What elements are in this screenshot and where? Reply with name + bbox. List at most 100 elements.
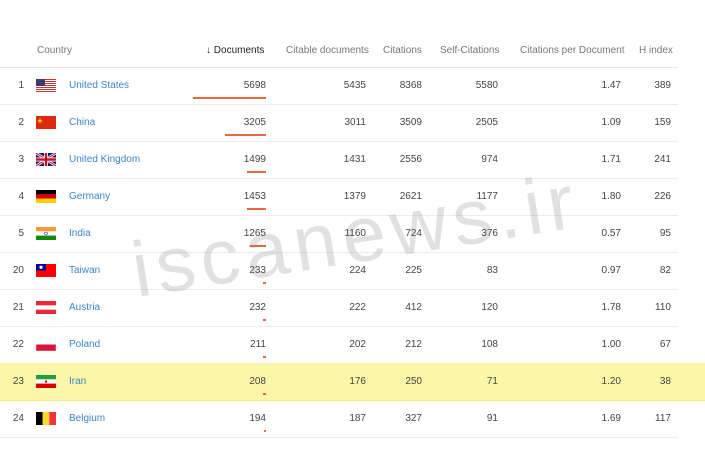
header-documents[interactable]: ↓ Documents xyxy=(206,45,264,56)
cell-citable-documents: 176 xyxy=(349,376,366,387)
cell-citations: 327 xyxy=(405,413,422,424)
country-link[interactable]: United States xyxy=(69,80,129,91)
documents-bar xyxy=(263,393,266,395)
table-header: Country ↓ Documents Citable documents Ci… xyxy=(0,33,678,68)
cell-citations: 3509 xyxy=(399,117,422,128)
cn-flag-icon xyxy=(36,116,56,129)
cell-h-index: 38 xyxy=(659,376,671,387)
cell-citations: 724 xyxy=(405,228,422,239)
country-link[interactable]: China xyxy=(69,117,95,128)
cell-citable-documents: 3011 xyxy=(344,117,366,128)
cell-documents: 1499 xyxy=(243,154,266,165)
cell-documents: 3205 xyxy=(243,117,266,128)
us-flag-icon xyxy=(36,79,56,92)
cell-citations-per-document: 1.09 xyxy=(601,117,621,128)
header-citable-documents[interactable]: Citable documents xyxy=(286,45,369,56)
cell-citations-per-document: 1.20 xyxy=(601,376,621,387)
table-row: 3 United Kingdom 1499 1431 2556 974 1.71 241 xyxy=(0,141,678,179)
cell-rank: 20 xyxy=(12,265,24,276)
table-row: 22 Poland 211 202 212 108 1.00 67 xyxy=(0,326,678,364)
table-row: 23 Iran 208 176 250 71 1.20 38 xyxy=(0,363,705,401)
cell-self-citations: 5580 xyxy=(475,80,498,91)
country-link[interactable]: Poland xyxy=(69,339,100,350)
cell-documents: 208 xyxy=(249,376,266,387)
cell-rank: 2 xyxy=(18,117,24,128)
cell-documents: 5698 xyxy=(243,80,266,91)
cell-h-index: 82 xyxy=(659,265,671,276)
documents-bar xyxy=(263,430,266,432)
arrow-down-icon: ↓ xyxy=(206,45,211,56)
cell-citable-documents: 1379 xyxy=(343,191,366,202)
documents-bar xyxy=(263,282,266,284)
country-link[interactable]: Iran xyxy=(69,376,86,387)
cell-self-citations: 91 xyxy=(486,413,498,424)
cell-documents: 211 xyxy=(250,339,266,350)
cell-h-index: 117 xyxy=(655,413,671,424)
at-flag-icon xyxy=(36,301,56,314)
country-link[interactable]: Belgium xyxy=(69,413,105,424)
cell-citations: 212 xyxy=(405,339,422,350)
cell-citations-per-document: 1.71 xyxy=(601,154,621,165)
pl-flag-icon xyxy=(36,338,56,351)
cell-self-citations: 1177 xyxy=(476,191,498,202)
gb-flag-icon xyxy=(36,153,56,166)
cell-citations: 2556 xyxy=(399,154,422,165)
documents-bar xyxy=(263,319,266,321)
cell-documents: 1265 xyxy=(243,228,266,239)
cell-citable-documents: 1431 xyxy=(343,154,366,165)
documents-bar xyxy=(247,208,266,210)
cell-self-citations: 83 xyxy=(486,265,498,276)
table-row: 4 Germany 1453 1379 2621 1177 1.80 226 xyxy=(0,178,678,216)
cell-citations-per-document: 1.00 xyxy=(601,339,621,350)
cell-citable-documents: 202 xyxy=(349,339,366,350)
cell-citations-per-document: 1.80 xyxy=(601,191,621,202)
cell-self-citations: 376 xyxy=(481,228,498,239)
cell-citable-documents: 222 xyxy=(349,302,366,313)
cell-rank: 4 xyxy=(18,191,24,202)
cell-citable-documents: 5435 xyxy=(343,80,366,91)
header-country[interactable]: Country xyxy=(37,45,72,56)
cell-h-index: 241 xyxy=(654,154,671,165)
cell-citable-documents: 224 xyxy=(349,265,366,276)
cell-self-citations: 120 xyxy=(481,302,498,313)
header-citations[interactable]: Citations xyxy=(383,45,422,56)
cell-citations: 250 xyxy=(405,376,422,387)
cell-rank: 22 xyxy=(12,339,24,350)
country-link[interactable]: Austria xyxy=(69,302,100,313)
header-self-citations[interactable]: Self-Citations xyxy=(440,45,499,56)
cell-rank: 24 xyxy=(12,413,24,424)
cell-citable-documents: 1160 xyxy=(344,228,366,239)
cell-rank: 23 xyxy=(12,376,24,387)
documents-bar xyxy=(249,245,266,247)
documents-bar xyxy=(193,97,266,99)
country-link[interactable]: United Kingdom xyxy=(69,154,140,165)
cell-documents: 194 xyxy=(249,413,266,424)
cell-citations: 412 xyxy=(405,302,422,313)
header-h-index[interactable]: H index xyxy=(639,45,673,56)
cell-rank: 1 xyxy=(18,80,24,91)
cell-self-citations: 2505 xyxy=(475,117,498,128)
cell-citations-per-document: 0.97 xyxy=(601,265,621,276)
cell-h-index: 110 xyxy=(655,302,671,313)
country-link[interactable]: Germany xyxy=(69,191,110,202)
documents-bar xyxy=(263,356,266,358)
cell-citations-per-document: 0.57 xyxy=(601,228,621,239)
tw-flag-icon xyxy=(36,264,56,277)
be-flag-icon xyxy=(36,412,56,425)
cell-h-index: 226 xyxy=(654,191,671,202)
cell-documents: 232 xyxy=(249,302,266,313)
country-link[interactable]: Taiwan xyxy=(69,265,100,276)
cell-rank: 3 xyxy=(18,154,24,165)
documents-bar xyxy=(225,134,266,136)
cell-h-index: 159 xyxy=(654,117,671,128)
cell-citations-per-document: 1.47 xyxy=(601,80,621,91)
cell-h-index: 67 xyxy=(659,339,671,350)
cell-rank: 5 xyxy=(18,228,24,239)
cell-h-index: 95 xyxy=(659,228,671,239)
country-link[interactable]: India xyxy=(69,228,91,239)
header-citations-per-document[interactable]: Citations per Document xyxy=(520,45,625,56)
table-row: 24 Belgium 194 187 327 91 1.69 117 xyxy=(0,400,678,438)
table-row: 1 United States 5698 5435 8368 5580 1.47 389 xyxy=(0,67,678,105)
cell-rank: 21 xyxy=(12,302,24,313)
cell-h-index: 389 xyxy=(654,80,671,91)
